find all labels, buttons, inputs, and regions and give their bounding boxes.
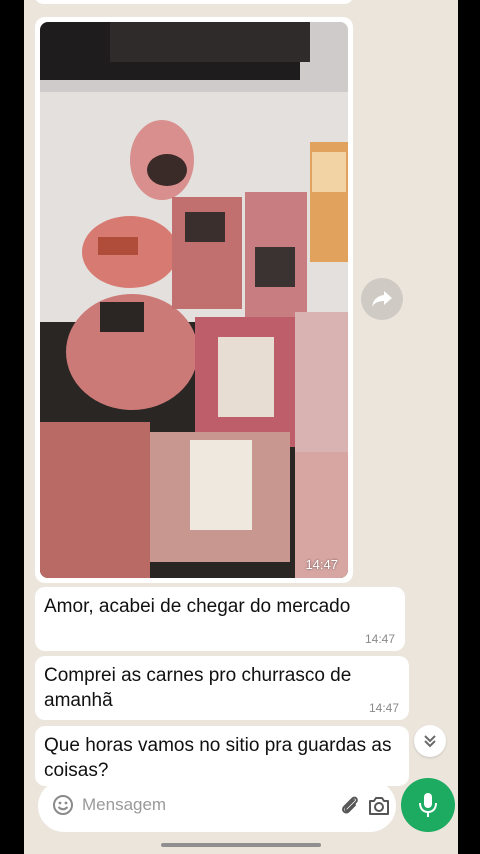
media-message[interactable]: 14:47 [35, 17, 353, 583]
emoji-icon[interactable] [52, 794, 74, 816]
voice-record-button[interactable] [401, 778, 455, 832]
message-text: Que horas vamos no sitio pra guardas as … [44, 735, 392, 781]
paperclip-icon[interactable] [338, 794, 362, 818]
forward-icon [372, 291, 392, 307]
message-time: 14:47 [364, 632, 395, 646]
camera-icon[interactable] [367, 795, 391, 817]
mic-icon [419, 793, 437, 817]
video-thumbnail[interactable]: 14:47 [40, 22, 348, 578]
message-input[interactable]: Mensagem [82, 795, 166, 815]
forward-button[interactable] [361, 278, 403, 320]
message-bubble[interactable]: Que horas vamos no sitio pra guardas as … [35, 726, 409, 786]
chevron-double-down-icon [424, 735, 436, 748]
message-composer[interactable]: Mensagem [38, 780, 396, 832]
message-time: 14:47 [368, 701, 399, 715]
previous-bubble-edge [34, 0, 354, 4]
message-time: 14:47 [305, 557, 338, 572]
meat-photo [40, 22, 348, 578]
scroll-to-bottom-button[interactable] [414, 725, 446, 757]
message-text: Comprei as carnes pro churrasco de amanh… [44, 665, 352, 711]
chat-area: 14:47 Amor, acabei de chegar do mercado … [24, 0, 458, 854]
message-bubble[interactable]: Amor, acabei de chegar do mercado 14:47 [35, 587, 405, 651]
message-bubble[interactable]: Comprei as carnes pro churrasco de amanh… [35, 656, 409, 720]
message-text: Amor, acabei de chegar do mercado [44, 596, 351, 617]
home-indicator [161, 843, 321, 847]
